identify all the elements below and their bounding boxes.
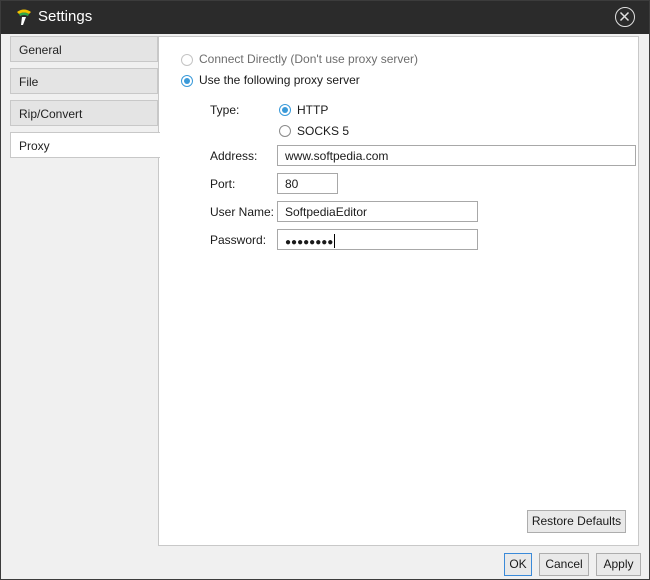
restore-defaults-button[interactable]: Restore Defaults [527, 510, 626, 533]
title-bar[interactable]: Settings [1, 1, 649, 34]
port-value: 80 [285, 177, 299, 191]
connect-directly-label: Connect Directly (Don't use proxy server… [199, 52, 419, 66]
text-caret [334, 234, 336, 248]
http-radio[interactable] [279, 104, 291, 116]
username-label: User Name: [210, 205, 275, 219]
type-label: Type: [210, 103, 240, 117]
http-label: HTTP [297, 103, 329, 117]
settings-window: Settings General File Rip/Convert Proxy … [0, 0, 650, 580]
port-input[interactable]: 80 [277, 173, 338, 194]
tab-proxy[interactable]: Proxy [10, 132, 160, 158]
apply-button[interactable]: Apply [596, 553, 641, 576]
username-value: SoftpediaEditor [285, 205, 368, 219]
port-label: Port: [210, 177, 236, 191]
use-proxy-label: Use the following proxy server [199, 73, 360, 87]
address-label: Address: [210, 149, 258, 163]
connect-directly-radio[interactable] [181, 54, 193, 66]
socks5-label: SOCKS 5 [297, 124, 350, 138]
tab-general[interactable]: General [10, 36, 158, 62]
close-button[interactable] [615, 7, 635, 27]
tab-label: General [19, 43, 62, 57]
tab-label: Proxy [19, 139, 50, 153]
address-input[interactable]: www.softpedia.com [277, 145, 636, 166]
username-input[interactable]: SoftpediaEditor [277, 201, 478, 222]
ok-button[interactable]: OK [504, 553, 532, 576]
password-label: Password: [210, 233, 267, 247]
password-value: ●●●●●●●● [285, 237, 334, 248]
address-value: www.softpedia.com [285, 149, 389, 163]
socks5-radio[interactable] [279, 125, 291, 137]
tab-label: File [19, 75, 39, 89]
cancel-button[interactable]: Cancel [539, 553, 589, 576]
app-logo-icon [17, 9, 31, 25]
proxy-settings-panel: Connect Directly (Don't use proxy server… [158, 36, 639, 546]
settings-sidebar: General File Rip/Convert Proxy [1, 34, 160, 579]
tab-label: Rip/Convert [19, 107, 83, 121]
password-input[interactable]: ●●●●●●●● [277, 229, 478, 250]
window-title: Settings [38, 8, 93, 25]
use-proxy-radio[interactable] [181, 75, 193, 87]
close-icon [619, 11, 630, 22]
tab-file[interactable]: File [10, 68, 158, 94]
tab-rip-convert[interactable]: Rip/Convert [10, 100, 158, 126]
